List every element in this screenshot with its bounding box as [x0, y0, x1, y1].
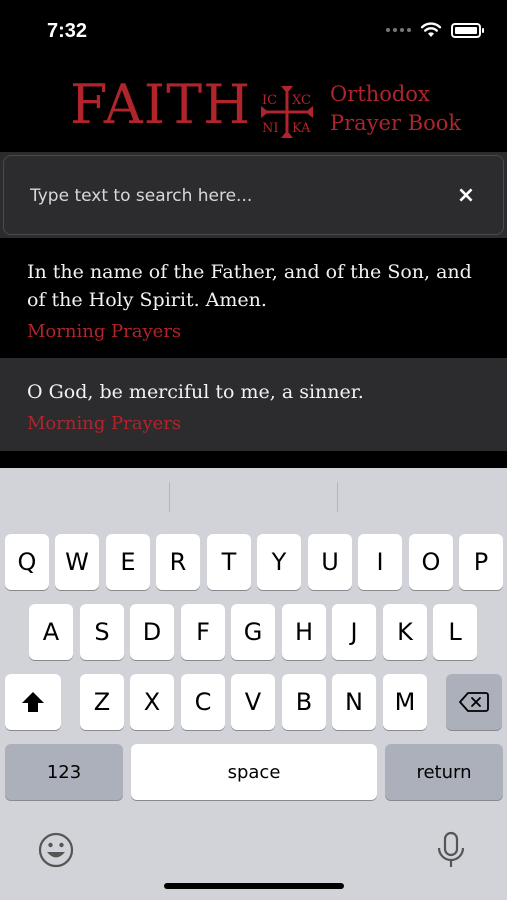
key-i[interactable]: I — [358, 534, 402, 590]
emoji-icon[interactable] — [38, 830, 74, 870]
result-text: O God, be merciful to me, a sinner. — [27, 381, 364, 403]
result-source: Morning Prayers — [27, 321, 182, 342]
shift-key[interactable] — [5, 674, 61, 730]
microphone-icon[interactable] — [433, 830, 469, 870]
key-n[interactable]: N — [332, 674, 376, 730]
app-header: FAITH IC XC NI KA Orthodox Prayer Book — [0, 72, 507, 148]
key-f[interactable]: F — [181, 604, 225, 660]
suggestion-divider — [337, 482, 338, 512]
home-indicator — [164, 883, 344, 889]
backspace-key[interactable] — [446, 674, 502, 730]
result-item[interactable]: O God, be merciful to me, a sinner. Morn… — [0, 358, 507, 451]
space-key[interactable]: space — [131, 744, 377, 800]
key-g[interactable]: G — [231, 604, 275, 660]
results-list: In the name of the Father, and of the So… — [0, 238, 507, 451]
keyboard: Q W E R T Y U I O P A S D F G H J K L Z … — [0, 468, 507, 900]
close-icon[interactable]: × — [455, 185, 477, 207]
logo-subtitle-line1: Orthodox — [330, 82, 430, 106]
cross-letters-tr: XC — [292, 93, 311, 108]
key-o[interactable]: O — [409, 534, 453, 590]
key-k[interactable]: K — [383, 604, 427, 660]
return-key[interactable]: return — [385, 744, 503, 800]
suggestion-bar — [0, 468, 507, 526]
result-item[interactable]: In the name of the Father, and of the So… — [0, 238, 507, 358]
key-c[interactable]: C — [181, 674, 225, 730]
search-area: × — [0, 152, 507, 238]
key-t[interactable]: T — [207, 534, 251, 590]
status-time: 7:32 — [47, 20, 88, 42]
signal-icon — [386, 28, 411, 32]
key-l[interactable]: L — [433, 604, 477, 660]
status-icons — [386, 22, 484, 38]
key-b[interactable]: B — [282, 674, 326, 730]
search-input[interactable] — [30, 182, 430, 210]
key-y[interactable]: Y — [257, 534, 301, 590]
key-e[interactable]: E — [106, 534, 150, 590]
key-m[interactable]: M — [383, 674, 427, 730]
cross-letters-br: KA — [292, 121, 311, 136]
key-s[interactable]: S — [80, 604, 124, 660]
logo-word: FAITH — [70, 73, 252, 136]
logo-subtitle: Orthodox Prayer Book — [330, 80, 461, 138]
key-q[interactable]: Q — [5, 534, 49, 590]
key-j[interactable]: J — [332, 604, 376, 660]
result-source: Morning Prayers — [27, 413, 182, 434]
key-u[interactable]: U — [308, 534, 352, 590]
key-a[interactable]: A — [29, 604, 73, 660]
key-v[interactable]: V — [231, 674, 275, 730]
search-box[interactable]: × — [3, 155, 504, 235]
key-w[interactable]: W — [55, 534, 99, 590]
cross-logo-icon: IC XC NI KA — [261, 86, 313, 138]
key-x[interactable]: X — [130, 674, 174, 730]
cross-letters-tl: IC — [262, 93, 277, 108]
key-d[interactable]: D — [130, 604, 174, 660]
key-r[interactable]: R — [156, 534, 200, 590]
cross-letters-bl: NI — [262, 121, 279, 136]
key-p[interactable]: P — [459, 534, 503, 590]
key-z[interactable]: Z — [80, 674, 124, 730]
logo-subtitle-line2: Prayer Book — [330, 111, 462, 135]
suggestion-divider — [169, 482, 170, 512]
wifi-icon — [420, 22, 442, 37]
result-text: In the name of the Father, and of the So… — [27, 261, 472, 311]
status-bar: 7:32 — [0, 0, 507, 62]
key-h[interactable]: H — [282, 604, 326, 660]
backspace-icon — [459, 692, 489, 712]
battery-icon — [451, 22, 484, 38]
numbers-key[interactable]: 123 — [5, 744, 123, 800]
shift-icon — [22, 692, 44, 712]
